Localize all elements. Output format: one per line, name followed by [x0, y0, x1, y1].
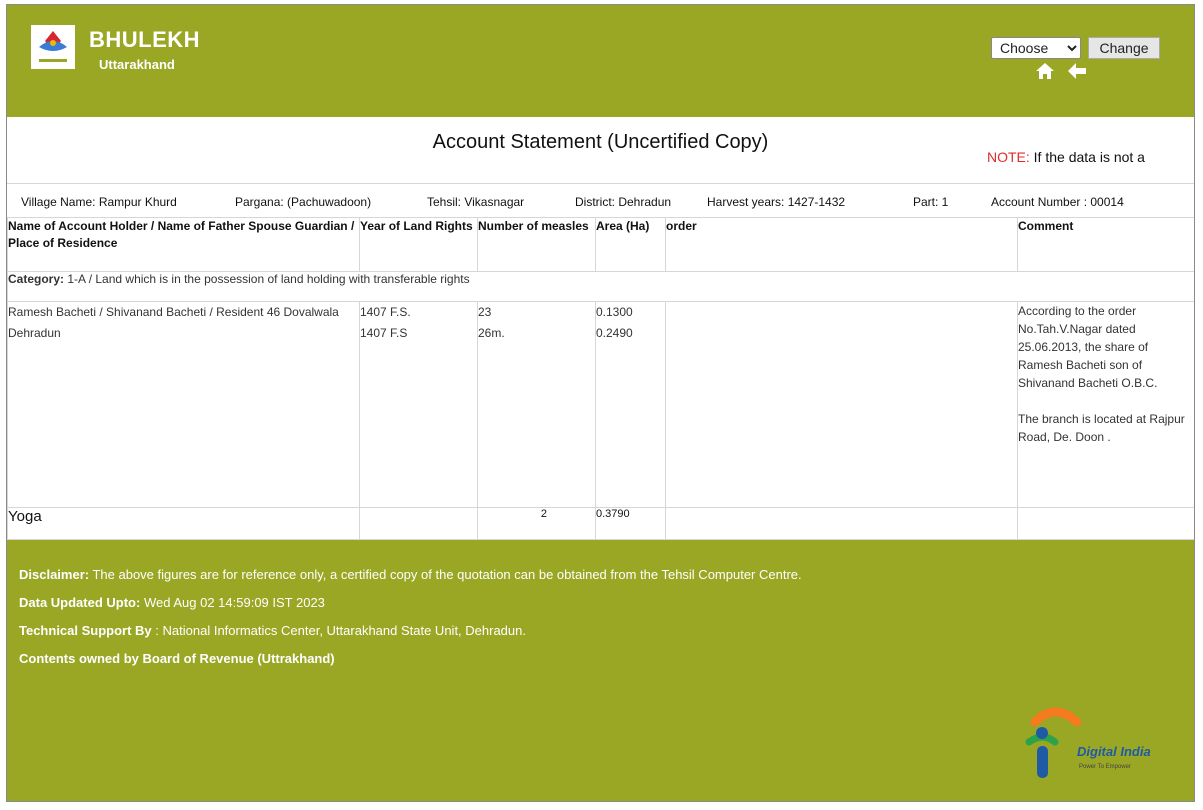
category-row: Category: 1-A / Land which is in the pos… — [7, 271, 1194, 302]
contents-owner: Contents owned by Board of Revenue (Uttr… — [19, 651, 335, 666]
order-cell — [665, 301, 1018, 508]
disclaimer-label: Disclaimer: — [19, 567, 90, 582]
technical-support-label: Technical Support By — [19, 623, 152, 638]
account-table: Name of Account Holder / Name of Father … — [7, 217, 1194, 540]
comment-text: According to the order No.Tah.V.Nagar da… — [1018, 304, 1158, 390]
category-cell: Category: 1-A / Land which is in the pos… — [7, 271, 1194, 302]
measles-value: 23 — [478, 305, 492, 319]
year-cell: 1407 F.S. 1407 F.S — [359, 301, 478, 508]
disclaimer: Disclaimer: The above figures are for re… — [19, 567, 802, 582]
digital-india-logo: Digital India Power To Empower — [1015, 700, 1151, 784]
total-year-cell — [359, 507, 478, 540]
area-value: 0.1300 — [596, 305, 633, 319]
header-bar: BHULEKH Uttarakhand Choose Change — [7, 5, 1194, 117]
district: District: Dehradun — [575, 195, 672, 209]
disclaimer-text: The above figures are for reference only… — [92, 567, 802, 582]
uttarakhand-emblem-icon — [31, 25, 75, 69]
note-text: If the data is not a — [1033, 149, 1145, 165]
note-label: NOTE: — [987, 149, 1030, 165]
change-button[interactable]: Change — [1088, 37, 1160, 59]
total-order-cell — [665, 507, 1018, 540]
back-arrow-icon[interactable] — [1067, 61, 1087, 81]
holder-cell: Ramesh Bacheti / Shivanand Bacheti / Res… — [7, 301, 360, 508]
category-label: Category: — [8, 272, 65, 286]
measles-value: 26m. — [478, 326, 505, 340]
header-comment: Comment — [1017, 217, 1194, 272]
note: NOTE: If the data is not a — [987, 149, 1145, 165]
area-value: 0.2490 — [596, 326, 633, 340]
page-frame: BHULEKH Uttarakhand Choose Change Accoun… — [6, 4, 1195, 802]
header-order: order — [665, 217, 1018, 272]
account-number: Account Number : 00014 — [991, 195, 1124, 209]
language-select[interactable]: Choose — [991, 37, 1081, 59]
total-measles: 2 — [477, 507, 596, 540]
account-info-row: Village Name: Rampur Khurd Pargana: (Pac… — [7, 183, 1194, 218]
data-updated-text: Wed Aug 02 14:59:09 IST 2023 — [143, 595, 325, 610]
technical-support-text: : National Informatics Center, Uttarakha… — [155, 623, 526, 638]
data-updated-label: Data Updated Upto: — [19, 595, 141, 610]
digital-india-text: Digital India — [1077, 744, 1150, 759]
header-area: Area (Ha) — [595, 217, 666, 272]
table-row: Ramesh Bacheti / Shivanand Bacheti / Res… — [7, 301, 1194, 508]
tehsil: Tehsil: Vikasnagar — [427, 195, 525, 209]
digital-india-tagline: Power To Empower — [1079, 764, 1131, 770]
comment-spacer — [1018, 392, 1194, 410]
table-header-row: Name of Account Holder / Name of Father … — [7, 217, 1194, 272]
village-name: Village Name: Rampur Khurd — [21, 195, 177, 209]
year-value: 1407 F.S. — [360, 305, 411, 319]
header-holder-name: Name of Account Holder / Name of Father … — [7, 217, 360, 272]
brand-subtitle: Uttarakhand — [99, 57, 175, 72]
brand-title: BHULEKH — [89, 27, 201, 52]
measles-cell: 23 26m. — [477, 301, 596, 508]
footer: Disclaimer: The above figures are for re… — [7, 540, 1194, 801]
pargana: Pargana: (Pachuwadoon) — [235, 195, 372, 209]
total-comment-cell — [1017, 507, 1194, 540]
comment-text: The branch is located at Rajpur Road, De… — [1018, 412, 1185, 444]
harvest-years: Harvest years: 1427-1432 — [707, 195, 846, 209]
comment-cell: According to the order No.Tah.V.Nagar da… — [1017, 301, 1194, 508]
part: Part: 1 — [913, 195, 949, 209]
total-label: Yoga — [7, 507, 360, 540]
title-row: Account Statement (Uncertified Copy) NOT… — [7, 117, 1194, 184]
header-year-land-rights: Year of Land Rights — [359, 217, 478, 272]
data-updated: Data Updated Upto: Wed Aug 02 14:59:09 I… — [19, 595, 325, 610]
category-text: 1-A / Land which is in the possession of… — [67, 272, 470, 286]
home-icon[interactable] — [1035, 61, 1055, 81]
header-number-measles: Number of measles — [477, 217, 596, 272]
technical-support: Technical Support By : National Informat… — [19, 623, 526, 638]
year-value: 1407 F.S — [360, 326, 408, 340]
total-row: Yoga 2 0.3790 — [7, 507, 1194, 540]
total-area: 0.3790 — [595, 507, 666, 540]
area-cell: 0.1300 0.2490 — [595, 301, 666, 508]
